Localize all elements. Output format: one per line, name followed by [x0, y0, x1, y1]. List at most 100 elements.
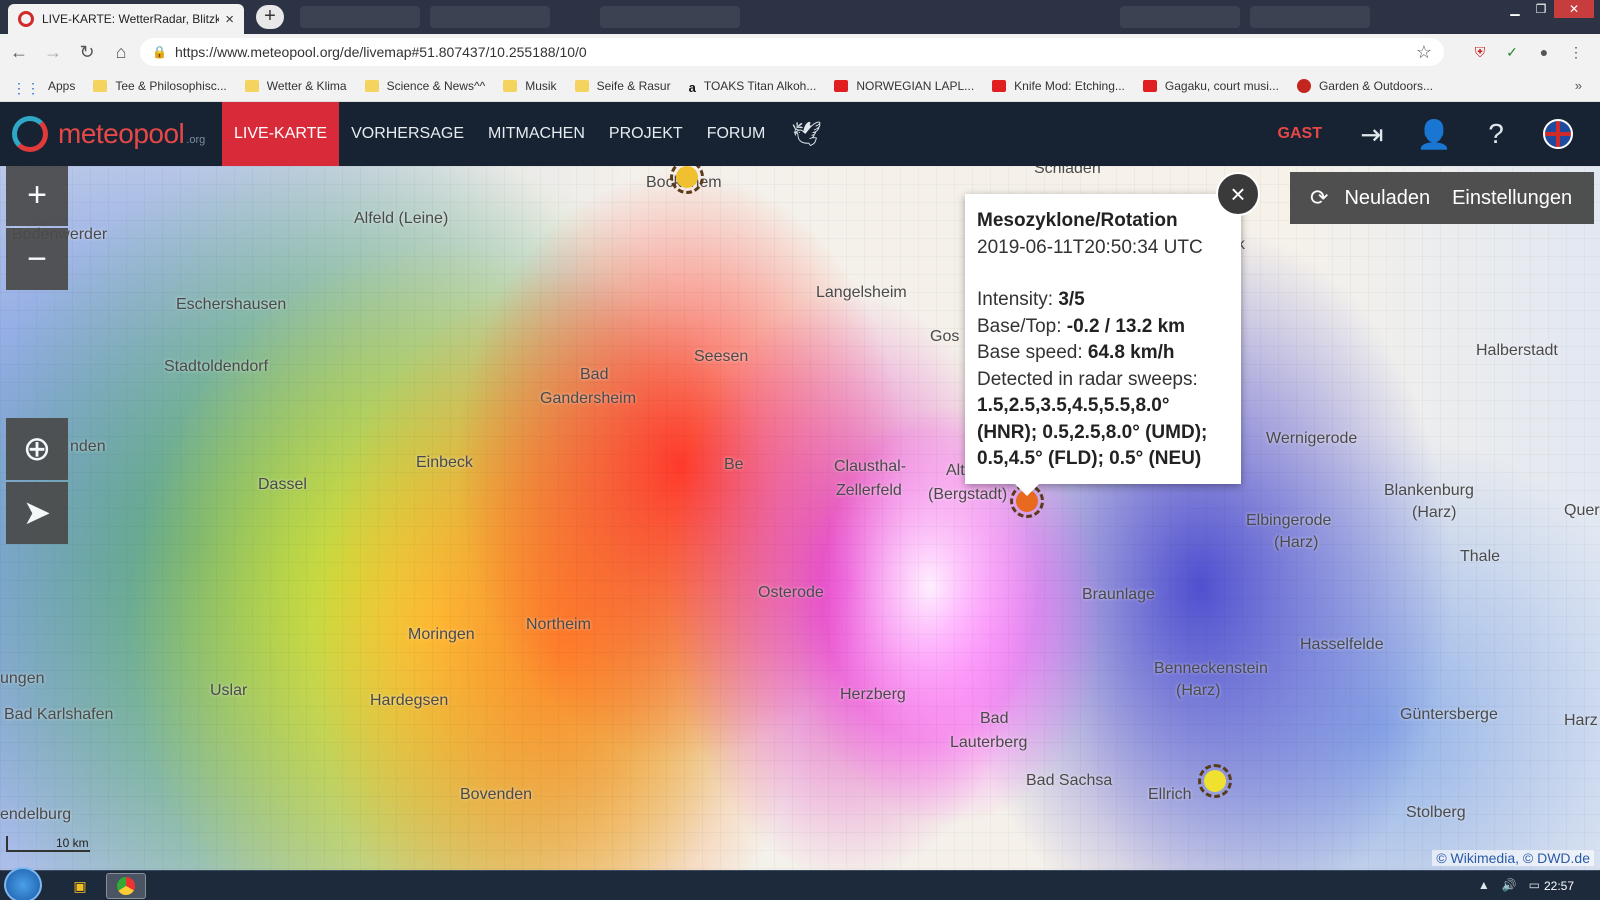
- lock-icon: 🔒: [152, 45, 167, 59]
- bookmark-link[interactable]: NORWEGIAN LAPL...: [834, 79, 974, 93]
- map-controls-bar: ⟳ Neuladen Einstellungen: [1290, 172, 1594, 224]
- popup-intensity: Intensity: 3/5: [977, 289, 1085, 310]
- nav-forum[interactable]: FORUM: [695, 102, 778, 166]
- locate-crosshair-icon[interactable]: ⊕: [6, 418, 68, 480]
- bookmark-link[interactable]: Garden & Outdoors...: [1296, 78, 1433, 93]
- window-close-icon[interactable]: ✕: [1554, 0, 1594, 18]
- windows-start-icon[interactable]: [4, 867, 42, 900]
- bookmarks-overflow-icon[interactable]: »: [1575, 78, 1582, 93]
- bookmark-link[interactable]: Gagaku, court musi...: [1142, 79, 1279, 93]
- blurred-tab[interactable]: [600, 6, 740, 28]
- radar-map[interactable]: Schladen Bodenwerder Alfeld (Leine) Esch…: [0, 166, 1600, 870]
- chrome-taskbar-icon[interactable]: [106, 873, 146, 899]
- bookmark-star-icon[interactable]: ☆: [1416, 42, 1432, 63]
- place-label: Eschershausen: [176, 296, 287, 313]
- popup-sweeps-line: 0.5,4.5° (FLD); 0.5° (NEU): [977, 448, 1202, 469]
- place-label: Gandersheim: [540, 390, 637, 407]
- place-label: Güntersberge: [1400, 706, 1498, 723]
- nav-vorhersage[interactable]: VORHERSAGE: [339, 102, 476, 166]
- place-label: Halberstadt: [1476, 342, 1558, 359]
- amazon-icon: a: [688, 79, 696, 95]
- zoom-in-button[interactable]: +: [6, 166, 68, 226]
- place-label: Bad Karlshafen: [4, 706, 114, 723]
- login-icon[interactable]: ⇥: [1352, 114, 1392, 154]
- restore-icon[interactable]: ❐: [1528, 0, 1554, 18]
- place-label: (Harz): [1412, 504, 1457, 521]
- nav-live-karte[interactable]: LIVE-KARTE: [222, 102, 340, 166]
- bookmark-apps[interactable]: ⋮⋮ Apps: [12, 79, 75, 96]
- mesocyclone-marker[interactable]: [1198, 764, 1232, 798]
- refresh-icon[interactable]: ⟳: [1310, 185, 1328, 211]
- blurred-tab[interactable]: [300, 6, 420, 28]
- bookmark-folder[interactable]: Musik: [503, 79, 557, 93]
- zoom-out-button[interactable]: −: [6, 228, 68, 290]
- profile-avatar-icon[interactable]: ●: [1534, 42, 1554, 62]
- youtube-icon: [992, 79, 1007, 92]
- back-arrow-icon[interactable]: ←: [4, 37, 34, 67]
- bookmark-link[interactable]: Knife Mod: Etching...: [992, 79, 1125, 93]
- map-attribution[interactable]: © Wikimedia, © DWD.de: [1432, 850, 1594, 866]
- forward-arrow-icon[interactable]: →: [38, 37, 68, 67]
- user-guest-label: GAST: [1277, 125, 1322, 142]
- meteopool-favicon: [18, 11, 34, 27]
- reload-button[interactable]: Neuladen: [1344, 187, 1430, 210]
- folder-icon: [93, 79, 108, 92]
- extension-badge-icon[interactable]: ✓: [1502, 42, 1522, 62]
- popup-basetop: Base/Top: -0.2 / 13.2 km: [977, 315, 1186, 337]
- place-label: Langelsheim: [816, 284, 907, 301]
- folder-icon: [503, 79, 518, 92]
- file-explorer-icon[interactable]: ▣: [60, 873, 100, 899]
- place-label: Schladen: [1034, 166, 1101, 177]
- register-user-icon[interactable]: 👤: [1414, 114, 1454, 154]
- popup-close-button[interactable]: ×: [1216, 172, 1260, 216]
- menu-dots-icon[interactable]: ⋮: [1566, 42, 1586, 62]
- place-label: Braunlage: [1082, 586, 1155, 603]
- settings-button[interactable]: Einstellungen: [1452, 187, 1572, 210]
- place-label: Hasselfelde: [1300, 636, 1384, 653]
- network-icon[interactable]: ▭: [1529, 878, 1540, 892]
- reload-icon[interactable]: ↻: [72, 37, 102, 67]
- place-label: (Bergstadt): [928, 486, 1008, 503]
- place-label: ungen: [0, 670, 45, 687]
- bookmark-folder[interactable]: Science & News^^: [364, 79, 485, 93]
- minimize-icon[interactable]: ▁: [1502, 0, 1528, 18]
- blurred-tab[interactable]: [430, 6, 550, 28]
- popup-sweeps-label: Detected in radar sweeps:: [977, 368, 1198, 390]
- place-label: Seesen: [694, 348, 749, 365]
- new-tab-button[interactable]: +: [256, 5, 284, 29]
- help-icon[interactable]: ?: [1476, 114, 1516, 154]
- map-scale-bar: 10 km: [6, 836, 90, 852]
- extension-shield-icon[interactable]: ⛨: [1470, 42, 1490, 62]
- bookmark-folder[interactable]: Tee & Philosophisc...: [93, 79, 227, 93]
- address-bar[interactable]: 🔒 https://www.meteopool.org/de/livemap#5…: [140, 38, 1444, 66]
- youtube-icon: [1142, 79, 1157, 92]
- browser-tab[interactable]: LIVE-KARTE: WetterRadar, Blitzka ×: [8, 4, 244, 34]
- taskbar-clock[interactable]: 22:57: [1544, 879, 1574, 893]
- close-tab-icon[interactable]: ×: [225, 11, 234, 28]
- site-logo[interactable]: meteopool .org: [12, 116, 222, 152]
- navigate-arrow-icon[interactable]: ➤: [6, 482, 68, 544]
- twitter-bird-icon[interactable]: 🕊: [791, 120, 821, 149]
- logo-mark-icon: [12, 116, 48, 152]
- extensions: ⛨ ✓ ● ⋮: [1470, 38, 1586, 66]
- folder-icon: [244, 79, 259, 92]
- bookmark-link[interactable]: a TOAKS Titan Alkoh...: [688, 79, 817, 95]
- place-label: Elbingerode: [1246, 512, 1332, 529]
- volume-icon[interactable]: 🔊: [1502, 878, 1517, 892]
- language-flag-icon[interactable]: [1538, 114, 1578, 154]
- place-label: Uslar: [210, 682, 248, 699]
- blurred-tab[interactable]: [1120, 6, 1240, 28]
- place-label: Einbeck: [416, 454, 473, 471]
- home-icon[interactable]: ⌂: [106, 37, 136, 67]
- bookmark-folder[interactable]: Seife & Rasur: [574, 79, 671, 93]
- bookmark-folder[interactable]: Wetter & Klima: [244, 79, 347, 93]
- tray-arrow-icon[interactable]: ▲: [1478, 878, 1490, 892]
- nav-mitmachen[interactable]: MITMACHEN: [476, 102, 597, 166]
- place-label: Bovenden: [460, 786, 533, 803]
- place-label: Dassel: [258, 476, 307, 493]
- place-label: Osterode: [758, 584, 824, 601]
- blurred-tab[interactable]: [1250, 6, 1370, 28]
- pinterest-icon: [1296, 78, 1311, 93]
- place-label: endelburg: [0, 806, 72, 823]
- nav-projekt[interactable]: PROJEKT: [597, 102, 695, 166]
